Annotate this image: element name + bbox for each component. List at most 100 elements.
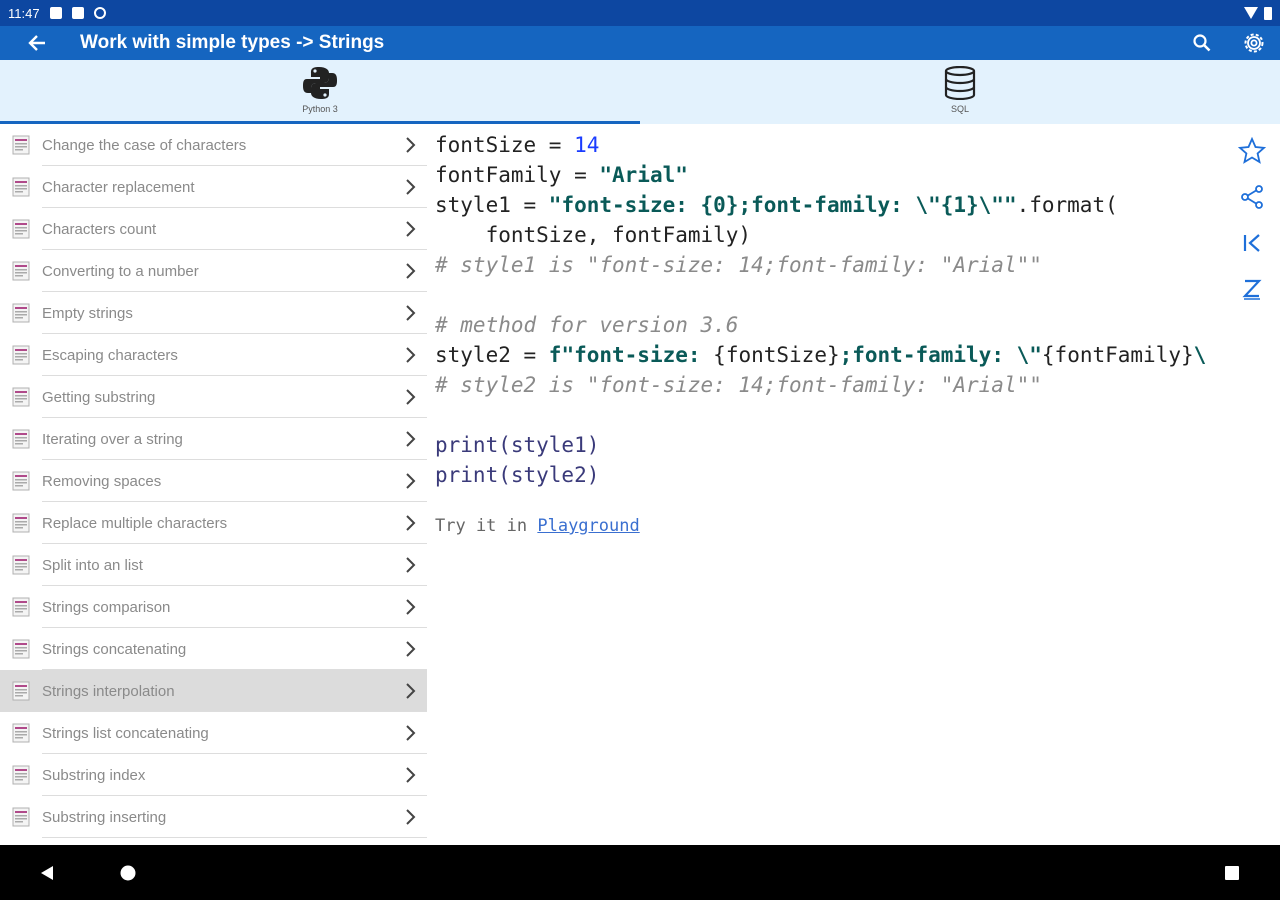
document-icon — [12, 513, 30, 533]
list-item-label: Substring inserting — [42, 808, 167, 826]
python-logo-icon — [303, 67, 337, 99]
list-item-label: Character replacement — [42, 178, 195, 196]
skip-first-icon — [1243, 234, 1260, 252]
nav-home-button[interactable] — [98, 845, 158, 900]
tab-label: Python 3 — [302, 104, 338, 114]
chevron-right-icon — [406, 179, 416, 195]
search-button[interactable] — [1176, 26, 1228, 60]
list-item[interactable]: Strings comparison — [0, 586, 427, 628]
database-icon — [944, 66, 976, 100]
list-item[interactable]: Change the case of characters — [0, 124, 427, 166]
list-item[interactable]: Strings interpolation — [0, 670, 427, 712]
document-icon — [12, 387, 30, 407]
arrow-left-icon — [28, 35, 45, 51]
list-item[interactable]: Empty strings — [0, 292, 427, 334]
list-item-label: Strings list concatenating — [42, 724, 209, 742]
chevron-right-icon — [406, 221, 416, 237]
list-item[interactable]: Split into an list — [0, 544, 427, 586]
list-item-label: Substring index — [42, 766, 146, 784]
list-item-label: Strings comparison — [42, 598, 171, 616]
status-bar: 11:47 — [0, 0, 1280, 26]
list-item[interactable]: Strings list concatenating — [0, 712, 427, 754]
playground-link[interactable]: Playground — [537, 516, 639, 536]
list-item-label: Getting substring — [42, 388, 156, 406]
favorite-button[interactable] — [1234, 132, 1270, 170]
chevron-right-icon — [406, 431, 416, 447]
document-icon — [12, 723, 30, 743]
list-item[interactable]: Converting to a number — [0, 250, 427, 292]
document-icon — [12, 681, 30, 701]
nav-recents-button[interactable] — [1202, 845, 1262, 900]
settings-button[interactable] — [1228, 26, 1280, 60]
list-item-label: Strings concatenating — [42, 640, 187, 658]
list-item[interactable]: Escaping characters — [0, 334, 427, 376]
list-item[interactable]: Characters count — [0, 208, 427, 250]
document-icon — [12, 303, 30, 323]
language-tabs: Python 3 SQL — [0, 60, 1280, 124]
list-item-label: Split into an list — [42, 556, 143, 574]
document-icon — [12, 345, 30, 365]
triangle-back-icon — [41, 865, 53, 880]
chevron-right-icon — [406, 725, 416, 741]
chevron-right-icon — [406, 767, 416, 783]
back-button[interactable] — [0, 26, 74, 60]
document-icon — [12, 135, 30, 155]
document-icon — [12, 177, 30, 197]
chevron-right-icon — [406, 809, 416, 825]
topic-list: Change the case of characters Character … — [0, 124, 427, 845]
list-item[interactable]: Strings concatenating — [0, 628, 427, 670]
gear-icon — [1244, 33, 1264, 53]
wifi-icon — [1244, 7, 1258, 19]
tab-label: SQL — [950, 104, 969, 114]
document-icon — [12, 219, 30, 239]
document-icon — [12, 471, 30, 491]
document-icon — [12, 807, 30, 827]
tab-sql[interactable]: SQL — [640, 60, 1280, 124]
chevron-right-icon — [406, 557, 416, 573]
code-actions — [1234, 132, 1270, 308]
list-item-label: Strings interpolation — [42, 682, 175, 700]
chevron-right-icon — [406, 389, 416, 405]
chevron-right-icon — [406, 473, 416, 489]
star-outline-icon — [1238, 137, 1266, 164]
list-item-label: Replace multiple characters — [42, 514, 228, 532]
document-icon — [12, 429, 30, 449]
list-item[interactable]: Character replacement — [0, 166, 427, 208]
document-icon — [12, 765, 30, 785]
share-button[interactable] — [1234, 178, 1270, 216]
tab-python[interactable]: Python 3 — [0, 60, 640, 124]
list-item-label: Empty strings — [42, 304, 133, 322]
list-item[interactable]: Substring inserting — [0, 796, 427, 838]
battery-icon — [1264, 6, 1272, 20]
list-item[interactable]: Removing spaces — [0, 460, 427, 502]
list-item-label: Characters count — [42, 220, 157, 238]
square-recents-icon — [1225, 865, 1239, 880]
page-title: Work with simple types -> Strings — [80, 32, 385, 53]
list-item[interactable]: Getting substring — [0, 376, 427, 418]
chevron-right-icon — [406, 305, 416, 321]
app-bar: Work with simple types -> Strings — [0, 26, 1280, 60]
first-page-button[interactable] — [1234, 224, 1270, 262]
chevron-right-icon — [406, 263, 416, 279]
list-item[interactable]: Replace multiple characters — [0, 502, 427, 544]
status-time: 11:47 — [8, 5, 40, 21]
chevron-right-icon — [406, 137, 416, 153]
sort-button[interactable] — [1234, 270, 1270, 308]
list-item[interactable]: Iterating over a string — [0, 418, 427, 460]
share-icon — [1241, 185, 1263, 209]
chevron-right-icon — [406, 641, 416, 657]
list-item-label: Change the case of characters — [42, 136, 247, 154]
notification-icon — [49, 7, 62, 19]
chevron-right-icon — [406, 515, 416, 531]
code-block: fontSize = 14 fontFamily = "Arial" style… — [435, 133, 1207, 487]
list-item-label: Removing spaces — [42, 472, 162, 490]
list-item-label: Converting to a number — [42, 262, 199, 280]
search-icon — [1193, 34, 1211, 52]
nav-back-button[interactable] — [17, 845, 77, 900]
list-item[interactable]: Substring index — [0, 754, 427, 796]
system-nav-bar — [0, 845, 1280, 900]
document-icon — [12, 555, 30, 575]
chevron-right-icon — [406, 683, 416, 699]
chevron-right-icon — [406, 347, 416, 363]
list-item-label: Escaping characters — [42, 346, 178, 364]
